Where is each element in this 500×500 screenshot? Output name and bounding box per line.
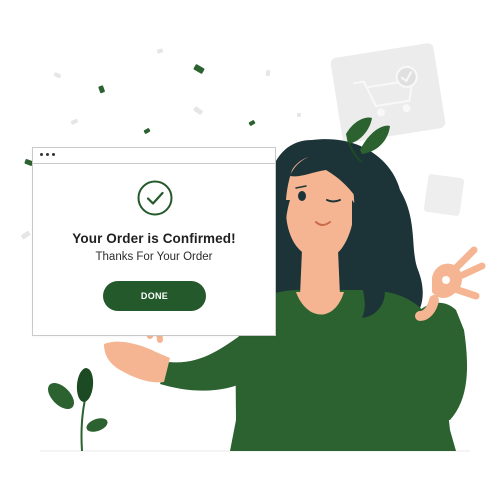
- ok-hand: [415, 246, 486, 321]
- window-dot: [40, 153, 43, 156]
- check-circle-icon: [137, 180, 173, 216]
- order-confirmed-illustration: Your Order is Confirmed! Thanks For Your…: [0, 0, 500, 500]
- done-button[interactable]: DONE: [103, 281, 206, 311]
- window-dot: [46, 153, 49, 156]
- window-title-bar: [33, 148, 275, 164]
- small-card: [423, 174, 465, 216]
- confirmation-window: Your Order is Confirmed! Thanks For Your…: [32, 147, 276, 336]
- plant-icon: [48, 368, 108, 452]
- window-controls: [40, 153, 55, 156]
- window-dot: [52, 153, 55, 156]
- confirmation-subtitle: Thanks For Your Order: [95, 251, 213, 263]
- confirmation-title: Your Order is Confirmed!: [72, 231, 236, 246]
